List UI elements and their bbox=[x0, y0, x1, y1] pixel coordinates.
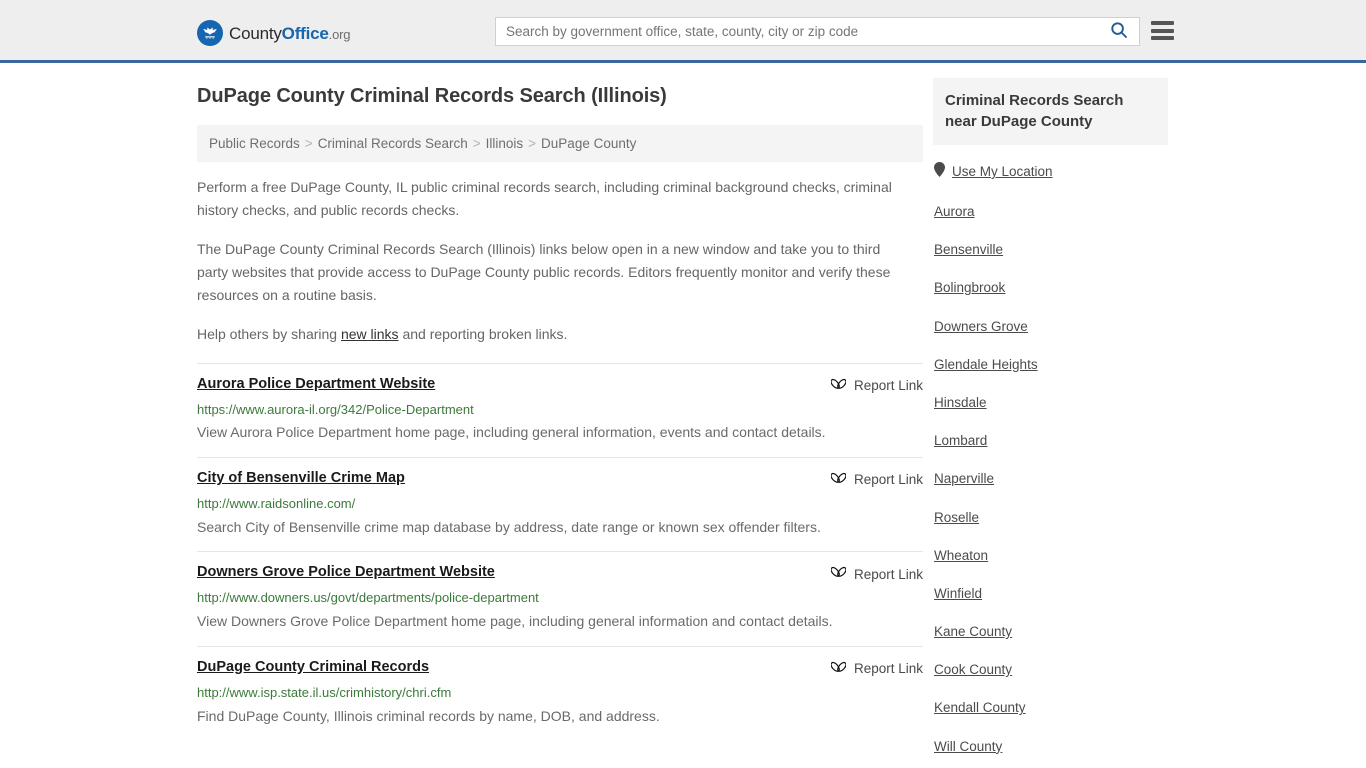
breadcrumb-item-criminal-records-search[interactable]: Criminal Records Search bbox=[318, 136, 468, 151]
sidebar-item-kane-county[interactable]: Kane County bbox=[933, 624, 1158, 640]
logo-text-org: .org bbox=[328, 26, 351, 42]
report-link-button[interactable]: Report Link bbox=[830, 376, 923, 396]
sidebar-item-label: Glendale Heights bbox=[934, 356, 1038, 372]
sidebar-item-label: Winfield bbox=[934, 585, 983, 601]
new-links-link[interactable]: new links bbox=[341, 326, 399, 342]
resource-url: http://www.downers.us/govt/departments/p… bbox=[197, 590, 539, 606]
intro-p3-after: and reporting broken links. bbox=[398, 326, 568, 343]
breadcrumb-item-public-records[interactable]: Public Records bbox=[209, 136, 300, 151]
sidebar-item-label: Kendall County bbox=[934, 700, 1026, 716]
sidebar-item-label: Wheaton bbox=[934, 547, 989, 563]
list-item: Aurora Police Department Website Report … bbox=[197, 362, 923, 457]
resource-description: Find DuPage County, Illinois criminal re… bbox=[197, 707, 660, 724]
sidebar-item-downers-grove[interactable]: Downers Grove bbox=[933, 319, 1158, 335]
sidebar-item-label: Downers Grove bbox=[934, 318, 1028, 334]
broken-link-icon bbox=[830, 659, 847, 679]
intro-paragraph-3: Help others by sharing new links and rep… bbox=[197, 323, 907, 346]
broken-link-icon bbox=[830, 564, 847, 584]
resource-description: Search City of Bensenville crime map dat… bbox=[197, 518, 821, 535]
resource-url: http://www.raidsonline.com/ bbox=[197, 495, 356, 511]
sidebar-item-label: Roselle bbox=[934, 509, 980, 525]
resource-description: View Aurora Police Department home page,… bbox=[197, 424, 826, 441]
sidebar-item-use-my-location[interactable]: Use My Location bbox=[933, 162, 1158, 182]
sidebar-item-lombard[interactable]: Lombard bbox=[933, 433, 1158, 449]
logo-text-office: Office bbox=[281, 23, 329, 43]
sidebar-item-winfield[interactable]: Winfield bbox=[933, 586, 1158, 602]
eagle-shield-icon bbox=[197, 20, 223, 46]
sidebar-item-kendall-county[interactable]: Kendall County bbox=[933, 700, 1158, 716]
broken-link-icon bbox=[830, 470, 847, 490]
hamburger-bar bbox=[1151, 28, 1174, 33]
resource-link-list: Aurora Police Department Website Report … bbox=[197, 362, 923, 741]
page-title: DuPage County Criminal Records Search (I… bbox=[197, 85, 667, 107]
list-item: Downers Grove Police Department Website … bbox=[197, 551, 923, 645]
map-pin-icon bbox=[934, 162, 945, 182]
resource-title-link[interactable]: Downers Grove Police Department Website bbox=[197, 563, 495, 582]
report-link-label: Report Link bbox=[853, 661, 923, 677]
logo-text-county: County bbox=[229, 23, 282, 43]
sidebar-item-label: Lombard bbox=[934, 433, 988, 449]
breadcrumb-separator: > bbox=[528, 136, 537, 151]
breadcrumb: Public Records > Criminal Records Search > I… bbox=[197, 125, 923, 162]
sidebar-item-bolingbrook[interactable]: Bolingbrook bbox=[933, 280, 1158, 296]
report-link-button[interactable]: Report Link bbox=[830, 564, 923, 584]
search-bar[interactable] bbox=[495, 17, 1140, 46]
page-body: DuPage County Criminal Records Search (I… bbox=[0, 63, 1366, 768]
sidebar-item-label: Kane County bbox=[934, 624, 1013, 640]
sidebar: Criminal Records Search near DuPage Coun… bbox=[923, 63, 1168, 768]
site-logo[interactable]: CountyOffice.org bbox=[197, 20, 350, 46]
resource-description: View Downers Grove Police Department hom… bbox=[197, 613, 833, 630]
search-icon bbox=[1110, 21, 1128, 42]
sidebar-item-naperville[interactable]: Naperville bbox=[933, 471, 1158, 487]
logo-wordmark: CountyOffice.org bbox=[229, 25, 350, 42]
sidebar-item-label: Aurora bbox=[934, 204, 975, 219]
hamburger-menu-icon[interactable] bbox=[1151, 21, 1174, 40]
hamburger-bar bbox=[1151, 36, 1174, 40]
resource-url: http://www.isp.state.il.us/crimhistory/c… bbox=[197, 684, 452, 700]
broken-link-icon bbox=[830, 376, 847, 396]
search-input[interactable] bbox=[496, 18, 1099, 45]
sidebar-item-roselle[interactable]: Roselle bbox=[933, 510, 1158, 526]
sidebar-item-label: Will County bbox=[934, 738, 1003, 754]
sidebar-item-label: Bensenville bbox=[934, 242, 1004, 258]
breadcrumb-separator: > bbox=[304, 136, 313, 151]
sidebar-item-label: Bolingbrook bbox=[934, 280, 1006, 296]
intro-text: Perform a free DuPage County, IL public … bbox=[188, 176, 923, 347]
resource-title-link[interactable]: DuPage County Criminal Records bbox=[197, 658, 429, 677]
search-button[interactable] bbox=[1099, 18, 1139, 45]
report-link-label: Report Link bbox=[853, 472, 923, 488]
report-link-label: Report Link bbox=[853, 378, 923, 394]
sidebar-item-bensenville[interactable]: Bensenville bbox=[933, 242, 1158, 258]
site-header: CountyOffice.org bbox=[0, 0, 1366, 63]
sidebar-link-list: Use My Location Aurora Bensenville Bolin… bbox=[933, 162, 1158, 755]
sidebar-item-wheaton[interactable]: Wheaton bbox=[933, 548, 1158, 564]
report-link-button[interactable]: Report Link bbox=[830, 470, 923, 490]
hamburger-bar bbox=[1151, 21, 1174, 25]
breadcrumb-item-dupage-county[interactable]: DuPage County bbox=[541, 136, 636, 151]
intro-p3-before: Help others by sharing bbox=[197, 326, 341, 343]
resource-title-link[interactable]: Aurora Police Department Website bbox=[197, 375, 435, 394]
report-link-label: Report Link bbox=[853, 566, 923, 582]
breadcrumb-separator: > bbox=[472, 136, 481, 151]
breadcrumb-item-illinois[interactable]: Illinois bbox=[486, 136, 524, 151]
sidebar-item-cook-county[interactable]: Cook County bbox=[933, 662, 1158, 678]
list-item: DuPage County Criminal Records Report Li… bbox=[197, 645, 923, 740]
main-content: DuPage County Criminal Records Search (I… bbox=[188, 63, 923, 740]
sidebar-item-label: Naperville bbox=[934, 471, 995, 487]
sidebar-item-will-county[interactable]: Will County bbox=[933, 739, 1158, 755]
sidebar-item-label: Use My Location bbox=[952, 163, 1053, 179]
resource-title-link[interactable]: City of Bensenville Crime Map bbox=[197, 469, 405, 488]
sidebar-item-label: Hinsdale bbox=[934, 394, 987, 410]
resource-url: https://www.aurora-il.org/342/Police-Dep… bbox=[197, 401, 474, 417]
sidebar-title: Criminal Records Search near DuPage Coun… bbox=[933, 78, 1168, 145]
intro-paragraph-1: Perform a free DuPage County, IL public … bbox=[197, 179, 892, 219]
sidebar-item-aurora[interactable]: Aurora bbox=[933, 204, 1158, 220]
sidebar-item-label: Cook County bbox=[934, 662, 1013, 678]
report-link-button[interactable]: Report Link bbox=[830, 659, 923, 679]
intro-paragraph-2: The DuPage County Criminal Records Searc… bbox=[197, 241, 891, 304]
sidebar-item-glendale-heights[interactable]: Glendale Heights bbox=[933, 357, 1158, 373]
sidebar-item-hinsdale[interactable]: Hinsdale bbox=[933, 395, 1158, 411]
list-item: City of Bensenville Crime Map Report Lin… bbox=[197, 456, 923, 551]
